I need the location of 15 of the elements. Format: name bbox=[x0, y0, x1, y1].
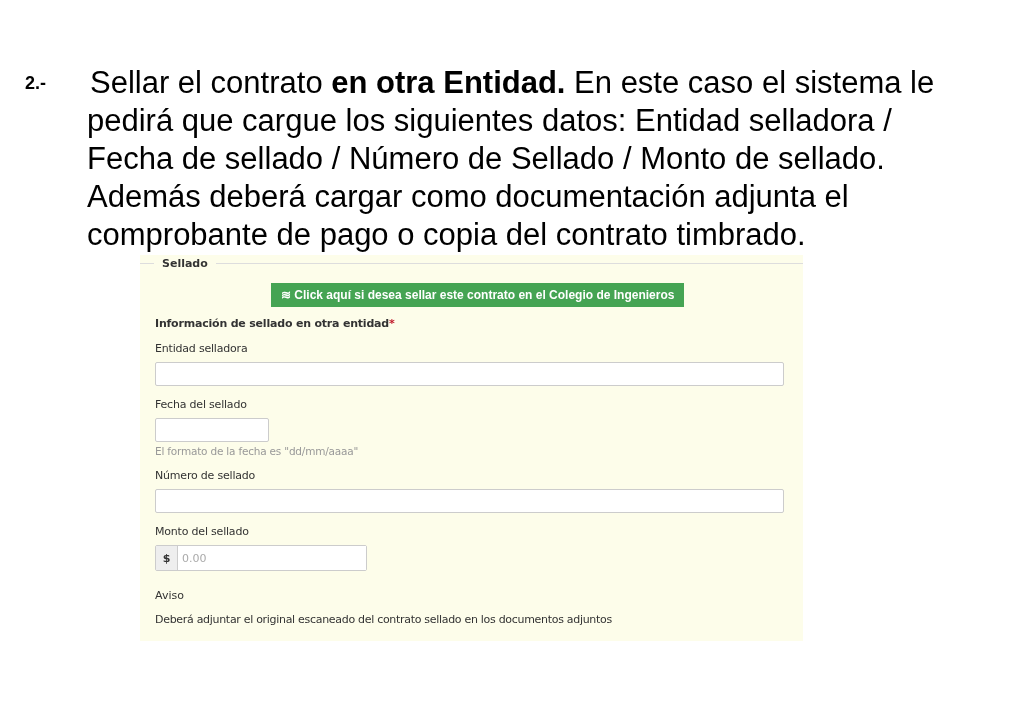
field-label: Número de sellado bbox=[155, 469, 257, 482]
field-label: Monto del sellado bbox=[155, 525, 250, 538]
field-label: Fecha del sellado bbox=[155, 398, 248, 411]
step-paragraph: Sellar el contrato en otra Entidad. En este caso el sistema le pedirá que cargue los siguientes datos: Entidad selladora / Fecha de sellado / Número de Sellado / Monto de sellado. Además deberá cargar como documentación adjunta el comprobante de pago o copia del contrato timbrado. bbox=[87, 64, 935, 254]
notice-title: Aviso bbox=[155, 589, 185, 602]
field-label: Entidad selladora bbox=[155, 342, 249, 355]
help-text: El formato de la fecha es "dd/mm/aaaa" bbox=[155, 445, 360, 457]
section-title: Información de sellado en otra entidad* bbox=[155, 317, 396, 330]
notice-text: Deberá adjuntar el original escaneado del contrato sellado en los documentos adjuntos bbox=[155, 613, 613, 626]
fieldset-legend: Sellado bbox=[154, 256, 216, 270]
input-field[interactable] bbox=[155, 489, 784, 513]
step-number: 2.- bbox=[25, 73, 47, 94]
input-field[interactable] bbox=[155, 362, 784, 386]
amount-field[interactable]: $ 0.00 bbox=[155, 545, 367, 571]
input-field[interactable] bbox=[155, 418, 269, 442]
